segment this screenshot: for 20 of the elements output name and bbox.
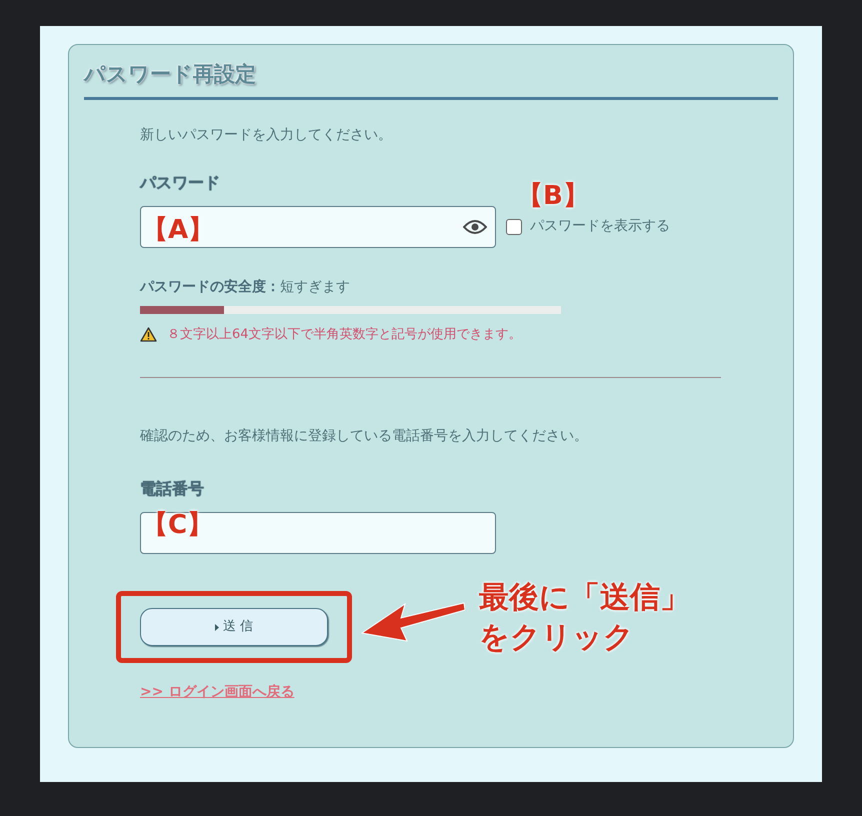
strength-value: 短すぎます [280,278,350,294]
instruction-text: 新しいパスワードを入力してください。 [140,126,393,144]
field-label: 電話番号 [140,478,205,500]
annotation-label: 【A】 [142,217,214,243]
caret-icon [214,624,219,630]
strength-label: パスワードの安全度： [140,278,280,294]
callout-text: 最後に「送信」 [479,579,690,617]
password-field[interactable] [140,206,496,248]
callout-text: をクリック [479,619,635,657]
annotation-label: 【C】 [142,512,214,538]
annotation-label: 【B】 [517,183,589,209]
page-title: パスワード再設定 [84,62,256,86]
eye-icon[interactable] [463,218,487,234]
warning-text: ８文字以上64文字以下で半角英数字と記号が使用できます。 [167,326,522,344]
checkbox-label: パスワードを表示する [530,217,670,236]
warning-icon [140,326,157,342]
instruction-text: 確認のため、お客様情報に登録している電話番号を入力してください。 [140,427,589,446]
phone-field[interactable] [140,512,496,554]
checkbox[interactable] [506,218,522,234]
submit-button[interactable]: 送 信 [140,608,328,646]
